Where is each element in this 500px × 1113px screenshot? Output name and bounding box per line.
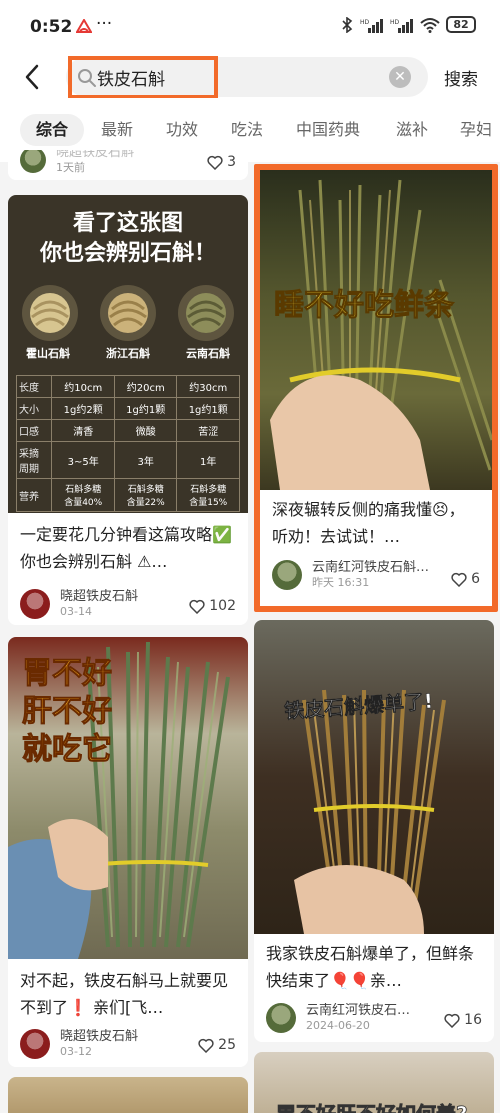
card-cover-image: 铁皮石斛爆单了!: [254, 620, 494, 934]
heart-icon: [189, 599, 205, 614]
like-count: 102: [209, 598, 236, 614]
signal-1-icon: HD: [360, 18, 383, 33]
status-time: 0:52: [30, 17, 73, 37]
author-name[interactable]: 云南红河铁皮石…: [306, 1003, 410, 1019]
like-count: 16: [464, 1012, 482, 1028]
comparison-table: 长度 约10cm 约20cm 约30cm 大小 1g约2颗 1g约1颗 1g约1颗 口感 清香…: [15, 375, 240, 512]
post-date: 昨天 16:31: [312, 576, 370, 589]
tab-latest[interactable]: 最新: [101, 114, 133, 146]
avatar[interactable]: [20, 150, 46, 173]
table-row: 采摘 周期 3~5年 3年 1年: [15, 441, 240, 479]
results-feed: 晓超铁皮石斛 1天前 3 看了这张图 你也会辨别石斛！ 霍山石斛 浙江石斛 云南…: [0, 150, 500, 1113]
table-row: 长度 约10cm 约20cm 约30cm: [15, 375, 240, 398]
dendrobium-bundle-image: [270, 179, 492, 490]
like-count: 6: [471, 571, 480, 587]
heart-icon: [451, 572, 467, 587]
like-count: 25: [218, 1037, 236, 1053]
heart-icon: [207, 155, 223, 170]
table-row: 大小 1g约2颗 1g约1颗 1g约1颗: [15, 397, 240, 420]
tab-pharmacopoeia[interactable]: 中国药典: [296, 114, 360, 146]
type-label: 浙江石斛: [106, 347, 150, 360]
table-row: 营养 石斛多糖 含量40% 石斛多糖 含量22% 石斛多糖 含量15%: [15, 478, 240, 512]
author-name[interactable]: 云南红河铁皮石斛…: [312, 560, 429, 576]
type-label: 霍山石斛: [26, 347, 70, 360]
cover-overlay-text: 胃不好肝不好如何养?: [276, 1098, 468, 1113]
post-date: 03-14: [60, 605, 92, 618]
author-name[interactable]: 晓超铁皮石斛: [60, 589, 138, 605]
dendrobium-bundle-image: [294, 689, 446, 934]
card-title[interactable]: 深夜辗转反侧的痛我懂😣，听劝！去试试！…: [260, 490, 492, 552]
card-meta: 云南红河铁皮石… 2024-06-20: [266, 1003, 410, 1033]
tab-efficacy[interactable]: 功效: [166, 114, 198, 146]
card-meta: 晓超铁皮石斛 1天前: [20, 150, 134, 175]
result-card-stomach-liver[interactable]: 胃不好 肝不好 就吃它 对不起，铁皮石斛马上就要见不到了❗ 亲们[飞… 晓超铁皮…: [8, 637, 248, 1067]
type-label: 云南石斛: [186, 347, 230, 360]
result-card-partial-top[interactable]: 晓超铁皮石斛 1天前 3: [8, 150, 248, 180]
cover-overlay-text: 胃不好 肝不好 就吃它: [22, 656, 113, 768]
card-meta: 云南红河铁皮石斛… 昨天 16:31: [272, 560, 429, 590]
search-button[interactable]: 搜索: [444, 65, 478, 90]
poster-headline: 看了这张图 你也会辨别石斛！: [39, 211, 216, 266]
avatar[interactable]: [266, 1003, 296, 1033]
status-more-icon: ···: [96, 14, 113, 34]
card-cover-image: 睡不好吃鲜条: [260, 170, 492, 490]
card-title[interactable]: 一定要花几分钟看这篇攻略✅你也会辨别石斛 ⚠…: [8, 513, 248, 575]
card-cover-image: 胃不好 肝不好 就吃它: [8, 637, 248, 959]
tab-comprehensive[interactable]: 综合: [20, 114, 85, 146]
battery-indicator: 82: [446, 16, 476, 33]
result-card-identify-dendrobium[interactable]: 看了这张图 你也会辨别石斛！ 霍山石斛 浙江石斛 云南石斛 长度 约10cm 约20…: [8, 195, 248, 625]
card-meta: 晓超铁皮石斛 03-14: [20, 589, 138, 619]
svg-text:HD: HD: [360, 19, 370, 26]
tab-tonic[interactable]: 滋补: [396, 114, 428, 146]
search-highlight-box: [68, 56, 218, 99]
post-date: 03-12: [60, 1045, 92, 1058]
card-title[interactable]: 我家铁皮石斛爆单了，但鲜条快结束了🎈🎈亲…: [254, 934, 494, 996]
avatar[interactable]: [272, 560, 302, 590]
avatar[interactable]: [20, 1029, 50, 1059]
back-arrow-icon[interactable]: [22, 63, 42, 91]
status-icons: HD HD 82: [340, 16, 476, 33]
like-button[interactable]: 6: [451, 571, 480, 587]
like-button[interactable]: 3: [207, 154, 236, 170]
result-card-partial-right: [254, 150, 494, 160]
post-date: 1天前: [56, 161, 85, 174]
search-bar: 铁皮石斛 ✕ 搜索: [0, 56, 500, 99]
like-button[interactable]: 25: [198, 1037, 236, 1053]
svg-text:HD: HD: [390, 19, 400, 26]
tab-how-to-eat[interactable]: 吃法: [231, 114, 263, 146]
heart-icon: [198, 1038, 214, 1053]
post-date: 2024-06-20: [306, 1019, 370, 1032]
author-name[interactable]: 晓超铁皮石斛: [56, 150, 134, 161]
heart-icon: [444, 1013, 460, 1028]
card-meta: 晓超铁皮石斛 03-12: [20, 1029, 138, 1059]
like-count: 3: [227, 154, 236, 170]
result-card-partial-bottom-left[interactable]: [8, 1077, 248, 1113]
card-title[interactable]: 对不起，铁皮石斛马上就要见不到了❗ 亲们[飞…: [8, 959, 248, 1021]
bluetooth-icon: [342, 16, 353, 33]
table-row: 口感 清香 微酸 苦涩: [15, 419, 240, 442]
clear-search-icon[interactable]: ✕: [389, 66, 411, 88]
wifi-icon: [420, 17, 440, 33]
card-cover-image: 看了这张图 你也会辨别石斛！ 霍山石斛 浙江石斛 云南石斛 长度 约10cm 约20…: [8, 195, 248, 513]
result-card-sold-out[interactable]: 铁皮石斛爆单了! 我家铁皮石斛爆单了，但鲜条快结束了🎈🎈亲… 云南红河铁皮石… …: [254, 620, 494, 1042]
tab-pregnant[interactable]: 孕妇: [460, 114, 492, 146]
app-notification-icon: [76, 19, 92, 33]
status-bar: 0:52 ··· HD HD 82: [0, 0, 500, 56]
author-name[interactable]: 晓超铁皮石斛: [60, 1029, 138, 1045]
like-button[interactable]: 102: [189, 598, 236, 614]
like-button[interactable]: 16: [444, 1012, 482, 1028]
avatar[interactable]: [20, 589, 50, 619]
result-card-sleep-fresh-stems[interactable]: 睡不好吃鲜条 深夜辗转反侧的痛我懂😣，听劝！去试试！… 云南红河铁皮石斛… 昨天…: [254, 164, 498, 612]
result-card-partial-bottom-right[interactable]: 胃不好肝不好如何养?: [254, 1052, 494, 1113]
signal-2-icon: HD: [390, 18, 413, 33]
type-labels: 霍山石斛 浙江石斛 云南石斛: [8, 345, 248, 361]
cover-overlay-text: 睡不好吃鲜条: [274, 288, 455, 324]
